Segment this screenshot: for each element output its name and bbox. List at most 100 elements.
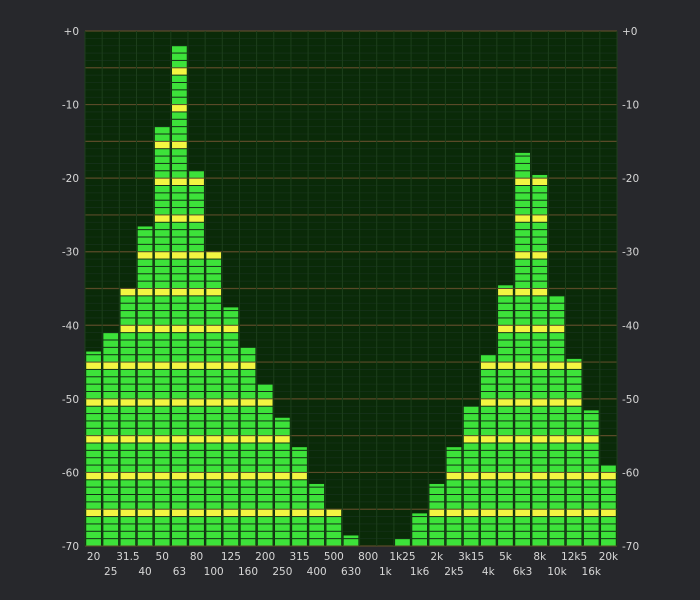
bar-segment	[515, 296, 530, 303]
bar-segment	[120, 428, 136, 436]
bar-segment	[240, 472, 256, 480]
bar-2k	[429, 483, 445, 546]
bar-segment	[549, 443, 565, 450]
bar-segment	[498, 480, 513, 487]
bar-segment	[86, 384, 101, 391]
bar-segment	[412, 524, 428, 531]
bar-segment	[206, 377, 222, 384]
bar-segment	[206, 362, 222, 369]
bar-segment	[515, 230, 530, 237]
x-tick-label: 3k15	[458, 551, 484, 563]
bar-segment	[137, 340, 153, 347]
bar-segment	[480, 495, 496, 502]
bar-segment	[549, 318, 565, 325]
bar-segment	[446, 495, 462, 502]
bar-segment	[103, 465, 119, 472]
bar-segment	[137, 480, 153, 487]
bar-segment	[206, 517, 222, 524]
bar-segment	[549, 399, 565, 406]
bar-segment	[137, 421, 153, 428]
bar-segment	[240, 458, 256, 465]
bar-segment	[206, 495, 222, 502]
bar-segment	[86, 472, 101, 480]
bar-segment	[103, 355, 119, 362]
bar-segment	[189, 384, 204, 391]
bar-segment	[223, 392, 239, 399]
bar-segment	[154, 443, 170, 450]
bar-segment	[292, 458, 307, 465]
bar-segment	[446, 539, 462, 546]
bar-segment	[154, 517, 170, 524]
bar-segment	[154, 531, 170, 539]
bar-segment	[583, 502, 599, 509]
bar-segment	[240, 487, 256, 494]
bar-segment	[137, 355, 153, 362]
bar-segment	[515, 436, 530, 443]
bar-segment	[480, 509, 496, 517]
bar-segment	[549, 531, 565, 539]
bar-segment	[223, 472, 239, 480]
bar-segment	[463, 524, 479, 531]
bar-segment	[154, 362, 170, 369]
bar-segment	[172, 436, 187, 443]
bar-segment	[498, 362, 513, 369]
bar-segment	[566, 524, 582, 531]
bar-segment	[532, 200, 548, 208]
bar-segment	[498, 392, 513, 399]
bar-segment	[103, 414, 119, 421]
bar-segment	[240, 384, 256, 391]
bar-segment	[172, 149, 187, 156]
bar-segment	[292, 524, 307, 531]
bar-segment	[549, 450, 565, 458]
bar-segment	[463, 502, 479, 509]
bar-segment	[137, 266, 153, 274]
bar-segment	[463, 539, 479, 546]
bar-segment	[223, 307, 239, 311]
bar-segment	[172, 517, 187, 524]
bar-segment	[154, 237, 170, 244]
bar-segment	[154, 355, 170, 362]
bar-segment	[429, 509, 445, 517]
bar-segment	[532, 399, 548, 406]
bar-segment	[189, 421, 204, 428]
bar-segment	[172, 163, 187, 171]
bar-segment	[429, 487, 445, 494]
bar-segment	[515, 156, 530, 163]
bar-segment	[172, 215, 187, 222]
bar-segment	[223, 509, 239, 517]
bar-segment	[463, 450, 479, 458]
bar-segment	[566, 465, 582, 472]
bar-segment	[137, 318, 153, 325]
bar-segment	[309, 509, 325, 517]
bar-segment	[274, 465, 290, 472]
y-tick-label-left: -60	[62, 467, 79, 479]
bar-segment	[532, 296, 548, 303]
bar-segment	[189, 472, 204, 480]
bar-segment	[515, 208, 530, 215]
bar-segment	[206, 281, 222, 288]
bar-segment	[120, 495, 136, 502]
bar-segment	[120, 377, 136, 384]
bar-segment	[292, 502, 307, 509]
bar-segment	[515, 443, 530, 450]
bar-3k15	[463, 406, 479, 546]
bar-segment	[515, 472, 530, 480]
bar-segment	[206, 289, 222, 296]
bar-segment	[292, 531, 307, 539]
bar-segment	[206, 311, 222, 318]
x-tick-label: 80	[190, 551, 203, 563]
bar-segment	[223, 362, 239, 369]
bar-segment	[532, 509, 548, 517]
bar-segment	[120, 539, 136, 546]
bar-segment	[532, 222, 548, 230]
bar-segment	[223, 414, 239, 421]
bar-segment	[240, 465, 256, 472]
bar-segment	[532, 502, 548, 509]
bar-segment	[274, 524, 290, 531]
bar-segment	[154, 325, 170, 333]
bar-segment	[549, 509, 565, 517]
bar-segment	[172, 480, 187, 487]
bar-125	[223, 307, 239, 546]
bar-segment	[189, 428, 204, 436]
bar-segment	[240, 428, 256, 436]
